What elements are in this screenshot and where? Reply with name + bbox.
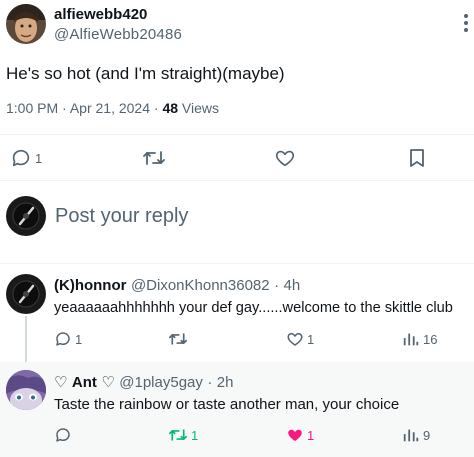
name-heart-icon: ♡	[101, 374, 115, 391]
reply-handle[interactable]: @1play5gay	[119, 374, 203, 391]
more-options-icon[interactable]	[458, 10, 474, 36]
like-button[interactable]: 1	[286, 330, 314, 348]
views-count: 48	[162, 100, 179, 116]
view-count: 9	[423, 427, 431, 443]
meta-separator: ·	[153, 100, 159, 116]
reply-button[interactable]	[54, 426, 72, 444]
repost-button[interactable]	[142, 147, 166, 169]
current-user-avatar[interactable]	[6, 196, 46, 236]
bookmark-icon	[407, 147, 427, 169]
reply-separator: ·	[274, 277, 280, 294]
reply-separator: ·	[207, 374, 213, 391]
reply-button[interactable]: 1	[54, 330, 82, 348]
author-handle[interactable]: @AlfieWebb20486	[54, 26, 182, 43]
reply-display-name[interactable]: (K)honnor	[54, 277, 126, 294]
repost-count: 1	[191, 427, 199, 443]
repost-icon	[168, 426, 188, 444]
reply-icon	[54, 426, 72, 444]
views-button[interactable]: 16	[402, 330, 437, 348]
reply-header: ♡ Ant ♡ @1play5gay · 2h	[54, 373, 233, 392]
heart-icon	[286, 426, 304, 444]
divider	[0, 180, 474, 181]
post-date[interactable]: Apr 21, 2024	[70, 100, 150, 116]
reply-author-avatar[interactable]	[6, 274, 46, 314]
repost-icon	[168, 330, 188, 348]
post-time[interactable]: 1:00 PM	[6, 100, 58, 116]
reply-icon	[10, 147, 32, 169]
reply-count: 1	[75, 331, 83, 347]
divider	[0, 263, 474, 264]
views-button[interactable]: 9	[402, 426, 430, 444]
repost-button[interactable]: 1	[168, 426, 198, 444]
post-meta: 1:00 PM · Apr 21, 2024 · 48 Views	[6, 100, 219, 116]
reply-count: 1	[35, 150, 43, 166]
view-count: 16	[423, 331, 438, 347]
post-text: He's so hot (and I'm straight)(maybe)	[6, 64, 285, 83]
reply-icon	[54, 330, 72, 348]
repost-icon	[142, 147, 166, 169]
reply-age[interactable]: 4h	[284, 277, 301, 294]
bookmark-button[interactable]	[407, 147, 427, 169]
reply-author-avatar[interactable]	[6, 370, 46, 410]
thread-line	[25, 316, 27, 362]
analytics-icon	[402, 426, 420, 444]
repost-button[interactable]	[168, 330, 188, 348]
like-count: 1	[307, 427, 315, 443]
reply-text: yeaaaaaahhhhhhh your def gay......welcom…	[54, 300, 453, 316]
heart-icon	[286, 330, 304, 348]
reply-age[interactable]: 2h	[217, 374, 234, 391]
views-label: Views	[181, 100, 220, 116]
reply-display-name[interactable]: Ant	[72, 374, 97, 391]
reply-header: (K)honnor @DixonKhonn36082 · 4h	[54, 277, 300, 295]
like-button[interactable]: 1	[286, 426, 314, 444]
meta-separator: ·	[62, 100, 67, 116]
heart-icon	[274, 147, 296, 169]
reply-button[interactable]: 1	[10, 147, 42, 169]
like-button[interactable]	[274, 147, 296, 169]
name-heart-icon: ♡	[54, 374, 68, 391]
reply-handle[interactable]: @DixonKhonn36082	[131, 277, 270, 294]
reply-text: Taste the rainbow or taste another man, …	[54, 396, 400, 413]
analytics-icon	[402, 330, 420, 348]
author-display-name[interactable]: alfiewebb420	[54, 6, 147, 23]
divider	[0, 134, 474, 135]
like-count: 1	[307, 331, 315, 347]
reply-input[interactable]: Post your reply	[55, 205, 188, 228]
author-avatar[interactable]	[6, 4, 46, 44]
